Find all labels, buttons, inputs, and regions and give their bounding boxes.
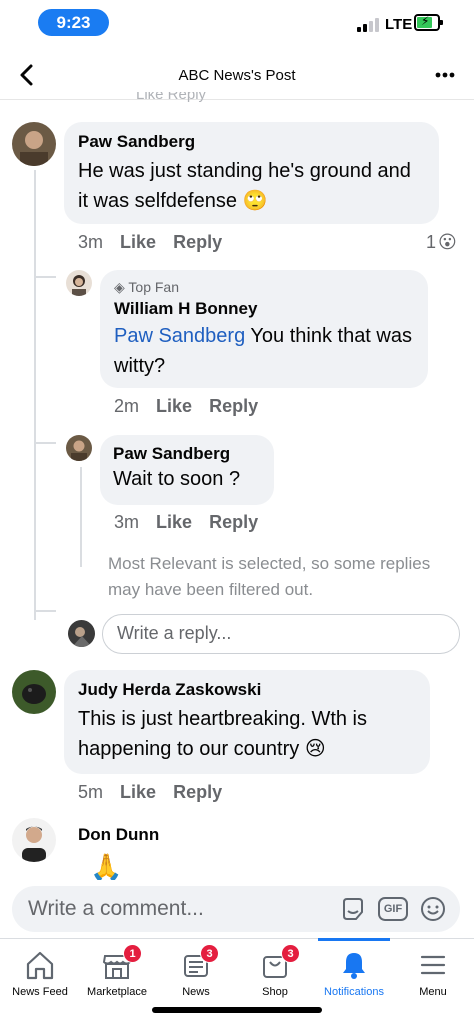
comment-author[interactable]: Paw Sandberg	[113, 444, 261, 464]
comment-time: 5m	[78, 782, 104, 802]
avatar[interactable]	[12, 122, 56, 166]
tab-notifications[interactable]: Notifications	[314, 939, 394, 1024]
status-time: 9:23	[38, 9, 109, 36]
reply-button[interactable]: Reply	[209, 512, 258, 532]
comment-time: 3m	[78, 232, 104, 252]
reply-button[interactable]: Reply	[173, 782, 222, 802]
more-options-icon[interactable]	[434, 66, 456, 84]
comment-bubble: Paw Sandberg He was just standing he's g…	[64, 122, 439, 224]
tab-marketplace[interactable]: 1 Marketplace	[77, 939, 157, 1024]
avatar[interactable]	[66, 270, 92, 296]
comment-author[interactable]: Judy Herda Zaskowski	[78, 680, 416, 700]
menu-icon	[420, 955, 446, 975]
comment-actions: 3m Like Reply	[114, 512, 270, 533]
gif-icon[interactable]: GIF	[378, 897, 408, 921]
comment-time: 3m	[114, 512, 140, 532]
reaction-count: 1	[426, 232, 437, 252]
tab-label: Menu	[419, 986, 447, 998]
diamond-icon: ◈	[114, 279, 125, 295]
comment-author[interactable]: Paw Sandberg	[78, 132, 425, 152]
thread-line	[80, 467, 82, 567]
bell-icon	[343, 953, 365, 979]
comment-author[interactable]: Don Dunn	[78, 825, 159, 845]
post-header: ABC News's Post	[0, 52, 474, 100]
reply-input[interactable]: Write a reply...	[102, 614, 460, 654]
emoji-icon[interactable]	[420, 896, 446, 922]
notification-badge: 3	[200, 944, 219, 963]
tab-label: News	[182, 986, 210, 998]
badge-label: Top Fan	[128, 279, 180, 295]
avatar[interactable]	[12, 818, 56, 862]
comment-placeholder: Write a comment...	[28, 897, 204, 920]
like-button[interactable]: Like	[156, 396, 192, 416]
like-button[interactable]: Like	[156, 512, 192, 532]
comment-bubble: Judy Herda Zaskowski This is just heartb…	[64, 670, 430, 774]
comment-input[interactable]: Write a comment... GIF	[12, 886, 460, 932]
tab-menu[interactable]: Menu	[393, 939, 473, 1024]
battery-icon: ⚡	[414, 14, 443, 31]
comment-text: He was just standing he's ground and it …	[78, 160, 411, 212]
reply-bubble: Paw Sandberg Wait to soon ?	[100, 435, 274, 505]
mention-link[interactable]: Paw Sandberg	[114, 325, 245, 347]
comment-author[interactable]: William H Bonney	[114, 299, 414, 319]
reply-button[interactable]: Reply	[173, 232, 222, 252]
my-avatar	[68, 620, 95, 647]
comment-actions: 5m Like Reply	[78, 782, 234, 803]
notification-badge: 3	[281, 944, 300, 963]
comment-text: Wait to soon ?	[113, 468, 241, 490]
thread-line	[34, 170, 36, 620]
home-icon	[26, 951, 54, 980]
filter-notice: Most Relevant is selected, so some repli…	[108, 554, 431, 599]
avatar[interactable]	[12, 670, 56, 714]
comment-time: 2m	[114, 396, 140, 416]
like-button[interactable]: Like	[120, 782, 156, 802]
comment-actions: 3m Like Reply	[78, 232, 234, 253]
tab-label: Marketplace	[87, 986, 147, 998]
notification-badge: 1	[123, 944, 142, 963]
avatar[interactable]	[66, 435, 92, 461]
like-button[interactable]: Like	[120, 232, 156, 252]
sticker-icon[interactable]	[340, 896, 366, 922]
thread-line	[34, 442, 56, 444]
thread-line	[34, 610, 56, 612]
reply-button[interactable]: Reply	[209, 396, 258, 416]
tab-news-feed[interactable]: News Feed	[0, 939, 80, 1024]
status-bar: 9:23 LTE ⚡	[0, 0, 474, 48]
tab-label: Shop	[262, 986, 288, 998]
gif-label: GIF	[383, 903, 403, 915]
reply-bubble: ◈ Top Fan William H Bonney Paw Sandberg …	[100, 270, 428, 388]
comment-actions: 2m Like Reply	[114, 396, 270, 417]
tab-label: News Feed	[12, 986, 68, 998]
comment-text: Paw Sandberg You think that was witty?	[114, 321, 414, 381]
comment-text: 🙏	[90, 852, 123, 880]
network-label: LTE	[385, 16, 413, 33]
signal-icon	[357, 16, 383, 32]
wow-reaction-icon: 😮	[438, 232, 457, 252]
partial-actions-text: Like Reply	[136, 92, 207, 102]
page-title: ABC News's Post	[178, 67, 296, 84]
comment-text: This is just heartbreaking. Wth is happe…	[78, 708, 367, 760]
tab-label: Notifications	[324, 986, 384, 998]
thread-line	[34, 276, 56, 278]
home-indicator	[152, 1007, 322, 1013]
reaction-summary[interactable]: 1 😮	[426, 232, 457, 253]
top-fan-badge: ◈ Top Fan	[114, 279, 414, 296]
